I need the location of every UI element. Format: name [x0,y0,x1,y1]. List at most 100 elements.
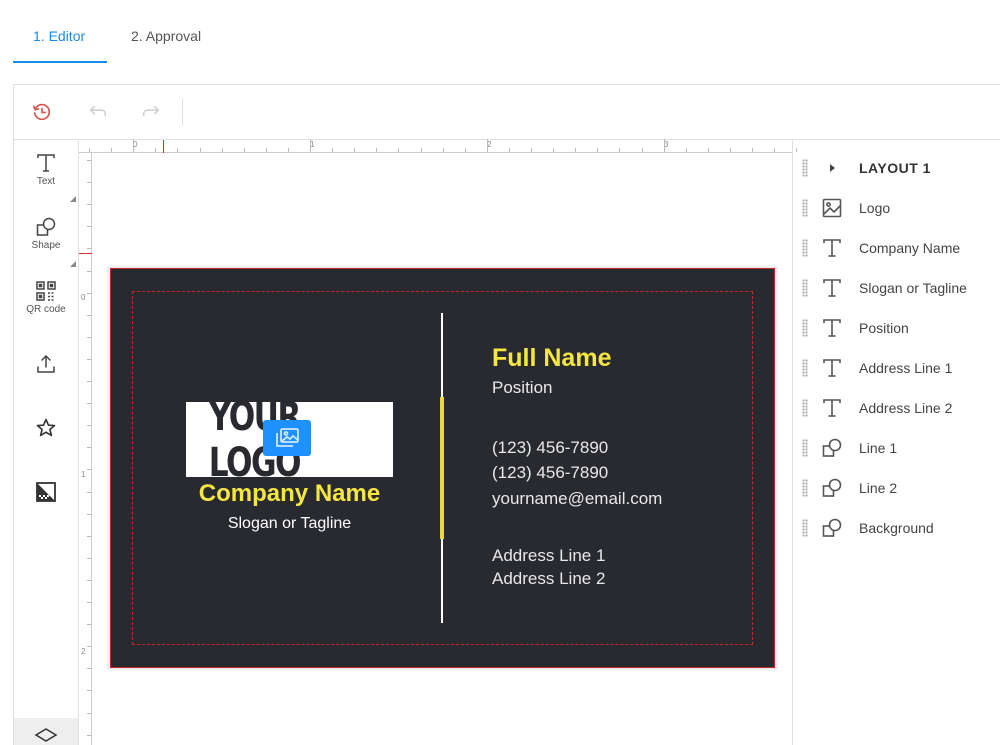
undo-button[interactable] [85,99,111,125]
ruler-tick [87,646,91,648]
ruler-tick [87,579,91,581]
tool-favorites[interactable] [14,417,78,439]
ruler-tick [111,148,113,152]
layer-item[interactable]: Line 1 [793,428,1000,468]
ruler-tick [87,447,91,449]
shape-icon [36,217,56,236]
tool-shape-expand[interactable] [70,261,76,267]
text-icon [820,396,844,420]
address-line-1-text[interactable]: Address Line 1 [492,546,605,566]
ruler-cursor-marker [163,140,164,153]
design-canvas[interactable]: YOUR LOGO Company Name Slogan or Tagline… [92,153,792,745]
ruler-tick [87,381,91,382]
active-tab-indicator [13,61,107,63]
history-button[interactable] [29,99,55,125]
drag-handle-icon[interactable] [802,439,808,457]
ruler-label: 1 [81,470,86,479]
replace-image-button[interactable] [263,420,311,456]
drag-handle-icon[interactable] [802,279,808,297]
ruler-tick [508,148,510,152]
ruler-tick [575,148,577,152]
layer-item[interactable]: Address Line 2 [793,388,1000,428]
address-line-2-text[interactable]: Address Line 2 [492,569,605,589]
shape-icon [820,516,844,540]
ruler-tick [310,139,311,152]
layer-item[interactable]: Background [793,508,1000,548]
ruler-tick [398,148,400,152]
history-icon [32,103,51,121]
business-card[interactable]: YOUR LOGO Company Name Slogan or Tagline… [110,268,775,668]
full-name-text[interactable]: Full Name [492,344,611,373]
layer-item[interactable]: Company Name [793,228,1000,268]
drag-handle-icon[interactable] [802,519,808,537]
ruler-cursor-marker [79,253,92,254]
layers-panel: LAYOUT 1 Logo Company Name Slogan or Tag… [792,140,1000,745]
ruler-tick [774,148,776,152]
ruler-tick [87,535,91,537]
text-icon [820,236,844,260]
expand-arrow-icon[interactable] [820,156,844,180]
drag-handle-icon[interactable] [802,359,808,377]
drag-handle-icon[interactable] [802,239,808,257]
ruler-tick [177,148,179,152]
phone-1-text[interactable]: (123) 456-7890 [492,438,608,458]
ruler-tick [464,148,466,152]
ruler-tick [87,425,91,427]
tab-approval[interactable]: 2. Approval [131,28,201,44]
tool-qr-code[interactable]: QR code [14,280,78,315]
layer-item-label: Background [859,520,934,536]
tab-editor[interactable]: 1. Editor [33,28,85,44]
ruler-tick [221,148,223,152]
text-icon [37,154,55,172]
layer-group-layout-1[interactable]: LAYOUT 1 [793,148,1000,188]
ruler-tick [243,148,245,152]
horizontal-ruler: 0 1 2 3 [79,139,798,153]
upload-icon [37,354,55,373]
tool-shape-label: Shape [31,240,61,251]
company-name-text[interactable]: Company Name [111,480,468,508]
ruler-tick [87,690,91,692]
layer-item[interactable]: Line 2 [793,468,1000,508]
text-icon [820,316,844,340]
email-text[interactable]: yourname@email.com [492,489,662,509]
position-text[interactable]: Position [492,378,552,398]
tool-qr-code-label: QR code [26,304,66,315]
ruler-tick [87,248,91,250]
layers-toggle-button[interactable] [14,718,78,745]
redo-button[interactable] [138,99,164,125]
layer-item[interactable]: Address Line 1 [793,348,1000,388]
tool-text-expand[interactable] [70,196,76,202]
drag-handle-icon[interactable] [802,319,808,337]
ruler-label: 2 [81,647,86,656]
ruler-tick [354,148,356,152]
tool-shape[interactable]: Shape [14,216,78,251]
ruler-tick [619,148,621,152]
tool-background[interactable] [14,481,78,503]
logo-placeholder[interactable]: YOUR LOGO [186,394,393,486]
shape-icon [820,436,844,460]
layer-item[interactable]: Logo [793,188,1000,228]
ruler-tick [87,557,91,559]
tool-text-label: Text [36,176,56,187]
layer-item[interactable]: Position [793,308,1000,348]
drag-handle-icon[interactable] [802,199,808,217]
ruler-tick [87,314,91,316]
drag-handle-icon[interactable] [802,399,808,417]
tool-upload[interactable] [14,353,78,375]
ruler-tick [87,292,91,294]
ruler-tick [442,148,444,152]
phone-2-text[interactable]: (123) 456-7890 [492,463,608,483]
ruler-tick [155,148,157,152]
layer-item[interactable]: Slogan or Tagline [793,268,1000,308]
layer-item-label: Company Name [859,240,961,256]
tool-text[interactable]: Text [14,152,78,187]
divider-line-2[interactable] [440,397,444,539]
ruler-tick [199,148,201,152]
drag-handle-icon[interactable] [802,159,808,177]
slogan-text[interactable]: Slogan or Tagline [111,515,468,533]
editor-toolbar [13,84,1000,140]
drag-handle-icon[interactable] [802,479,808,497]
ruler-tick [376,148,378,152]
tools-sidebar: Text Shape QR code [13,140,79,745]
ruler-tick [486,139,488,152]
